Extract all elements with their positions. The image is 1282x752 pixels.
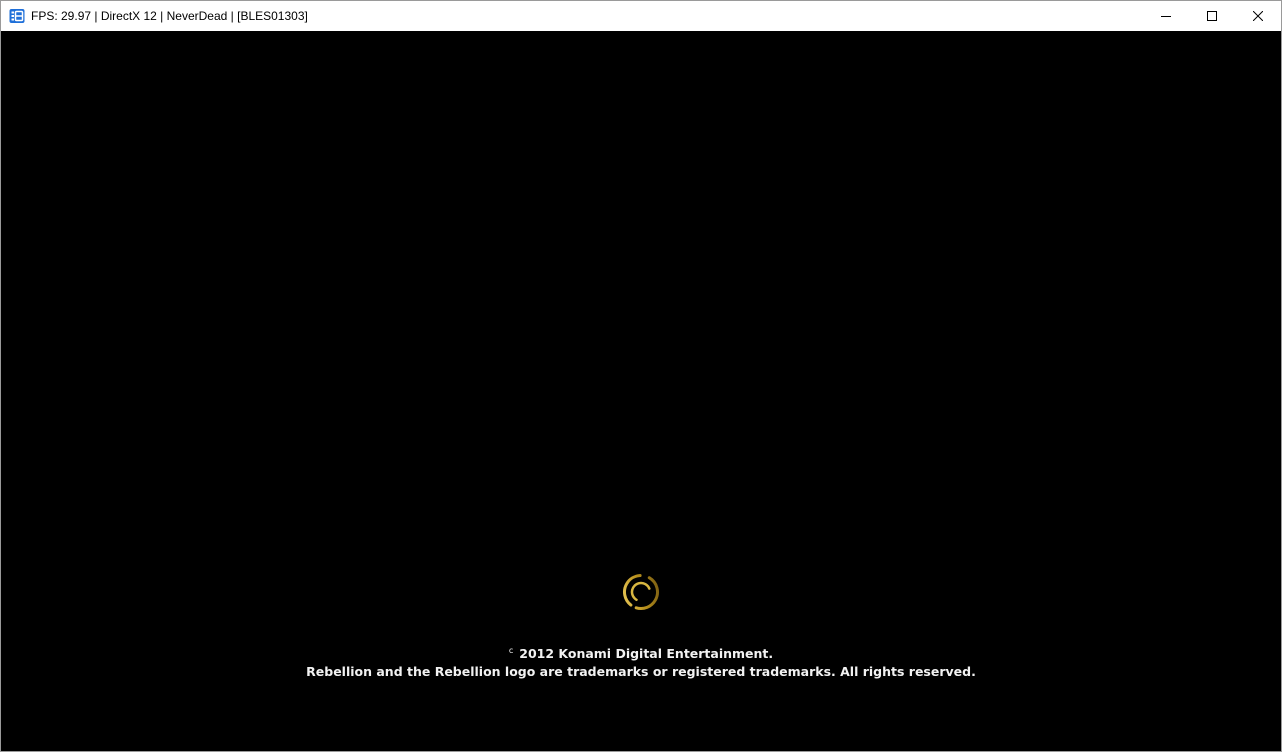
minimize-button[interactable] xyxy=(1143,1,1189,31)
window-title: FPS: 29.97 | DirectX 12 | NeverDead | [B… xyxy=(31,9,308,23)
copyright-line-1-text: 2012 Konami Digital Entertainment. xyxy=(519,646,774,661)
maximize-button[interactable] xyxy=(1189,1,1235,31)
game-viewport[interactable]: c 2012 Konami Digital Entertainment. Rebe… xyxy=(1,31,1281,751)
close-icon xyxy=(1253,11,1263,21)
rpcs3-icon xyxy=(9,9,25,23)
copyright-line-1: c 2012 Konami Digital Entertainment. xyxy=(1,642,1281,663)
copyright-symbol: c xyxy=(508,646,514,655)
maximize-icon xyxy=(1207,11,1217,21)
loading-spinner-icon xyxy=(623,574,659,610)
close-button[interactable] xyxy=(1235,1,1281,31)
minimize-icon xyxy=(1161,16,1171,17)
copyright-notice: c 2012 Konami Digital Entertainment. Rebe… xyxy=(1,642,1281,681)
emulator-window: FPS: 29.97 | DirectX 12 | NeverDead | [B… xyxy=(0,0,1282,752)
copyright-line-2: Rebellion and the Rebellion logo are tra… xyxy=(306,664,976,679)
title-bar[interactable]: FPS: 29.97 | DirectX 12 | NeverDead | [B… xyxy=(1,1,1281,31)
